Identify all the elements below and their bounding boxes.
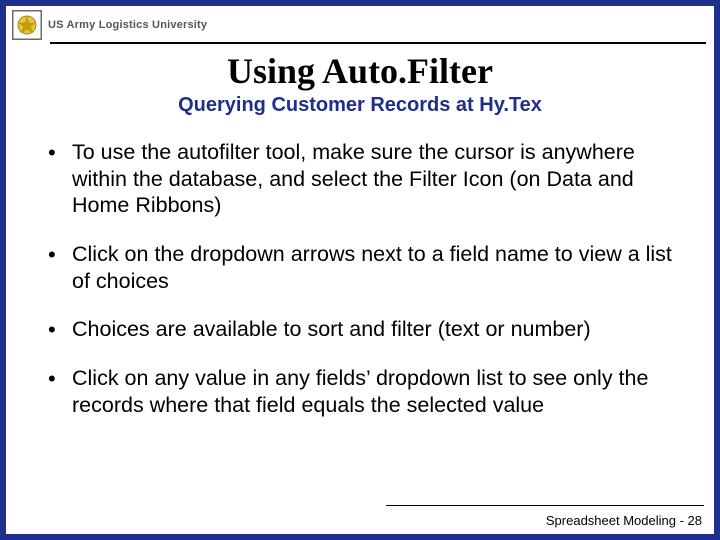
org-name: US Army Logistics University bbox=[48, 19, 207, 31]
header-divider bbox=[50, 42, 706, 44]
bullet-list: To use the autofilter tool, make sure th… bbox=[6, 139, 714, 418]
slide-subtitle: Querying Customer Records at Hy.Tex bbox=[6, 94, 714, 117]
list-item: To use the autofilter tool, make sure th… bbox=[48, 139, 684, 219]
slide-title: Using Auto.Filter bbox=[6, 50, 714, 92]
army-logo-icon bbox=[12, 10, 42, 40]
footer-text: Spreadsheet Modeling - 28 bbox=[546, 513, 702, 528]
list-item: Click on the dropdown arrows next to a f… bbox=[48, 241, 684, 294]
list-item: Choices are available to sort and filter… bbox=[48, 316, 684, 343]
header-row: US Army Logistics University bbox=[6, 6, 714, 40]
footer-divider bbox=[386, 505, 704, 507]
list-item: Click on any value in any fields’ dropdo… bbox=[48, 365, 684, 418]
slide-frame: US Army Logistics University Using Auto.… bbox=[0, 0, 720, 540]
